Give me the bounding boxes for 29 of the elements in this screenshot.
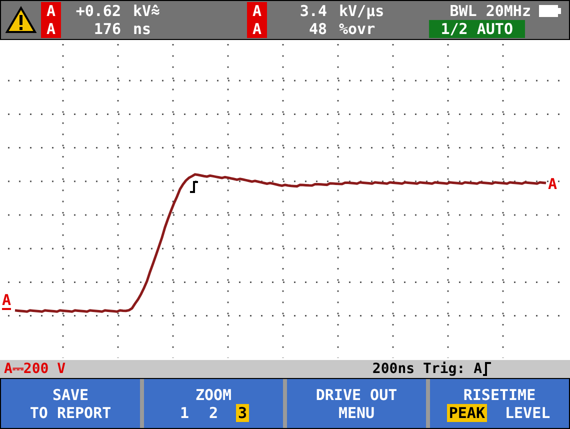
channel-badge: A [247,20,267,38]
softkey-option[interactable]: LEVEL [502,404,552,422]
timebase-label: 200ns Trig: A [372,360,482,378]
trigger-edge-icon [190,181,198,193]
softkey-button[interactable]: DRIVE OUT MENU [287,379,426,428]
channel-badge: A [41,2,61,20]
softkey-option[interactable]: 3 [236,404,250,422]
softkey-button[interactable]: SAVE TO REPORT [1,379,140,428]
channel-badge: A [41,20,61,38]
softkey-button[interactable]: ZOOM 1 2 3 [144,379,283,428]
trigger-edge-icon [482,362,492,376]
softkey-option[interactable]: PEAK [446,404,487,422]
softkey-option[interactable]: 1 [178,404,191,422]
mode-badge: 1/2 AUTO [428,20,525,38]
trace-end-marker: A [548,176,558,192]
softkey-label: RISETIME [463,386,536,404]
reading-unit: %ovr [339,20,376,40]
softkey-label: DRIVE OUT [316,386,398,404]
softkey-option[interactable]: 2 [206,404,220,422]
reading-unit: kV/µs [339,0,384,22]
scale-label: A⎓200 V [4,360,66,378]
battery-icon [539,5,561,17]
channel-badge: A [247,2,267,20]
softkey-label: SAVE [52,386,89,404]
softkey-button[interactable]: RISETIME PEAK LEVEL [430,379,569,428]
softkey-label: ZOOM [195,386,232,404]
softkey-label: MENU [338,404,375,422]
bandwidth-label: BWL 20MHz [450,0,531,22]
softkey-label: TO REPORT [30,404,112,422]
